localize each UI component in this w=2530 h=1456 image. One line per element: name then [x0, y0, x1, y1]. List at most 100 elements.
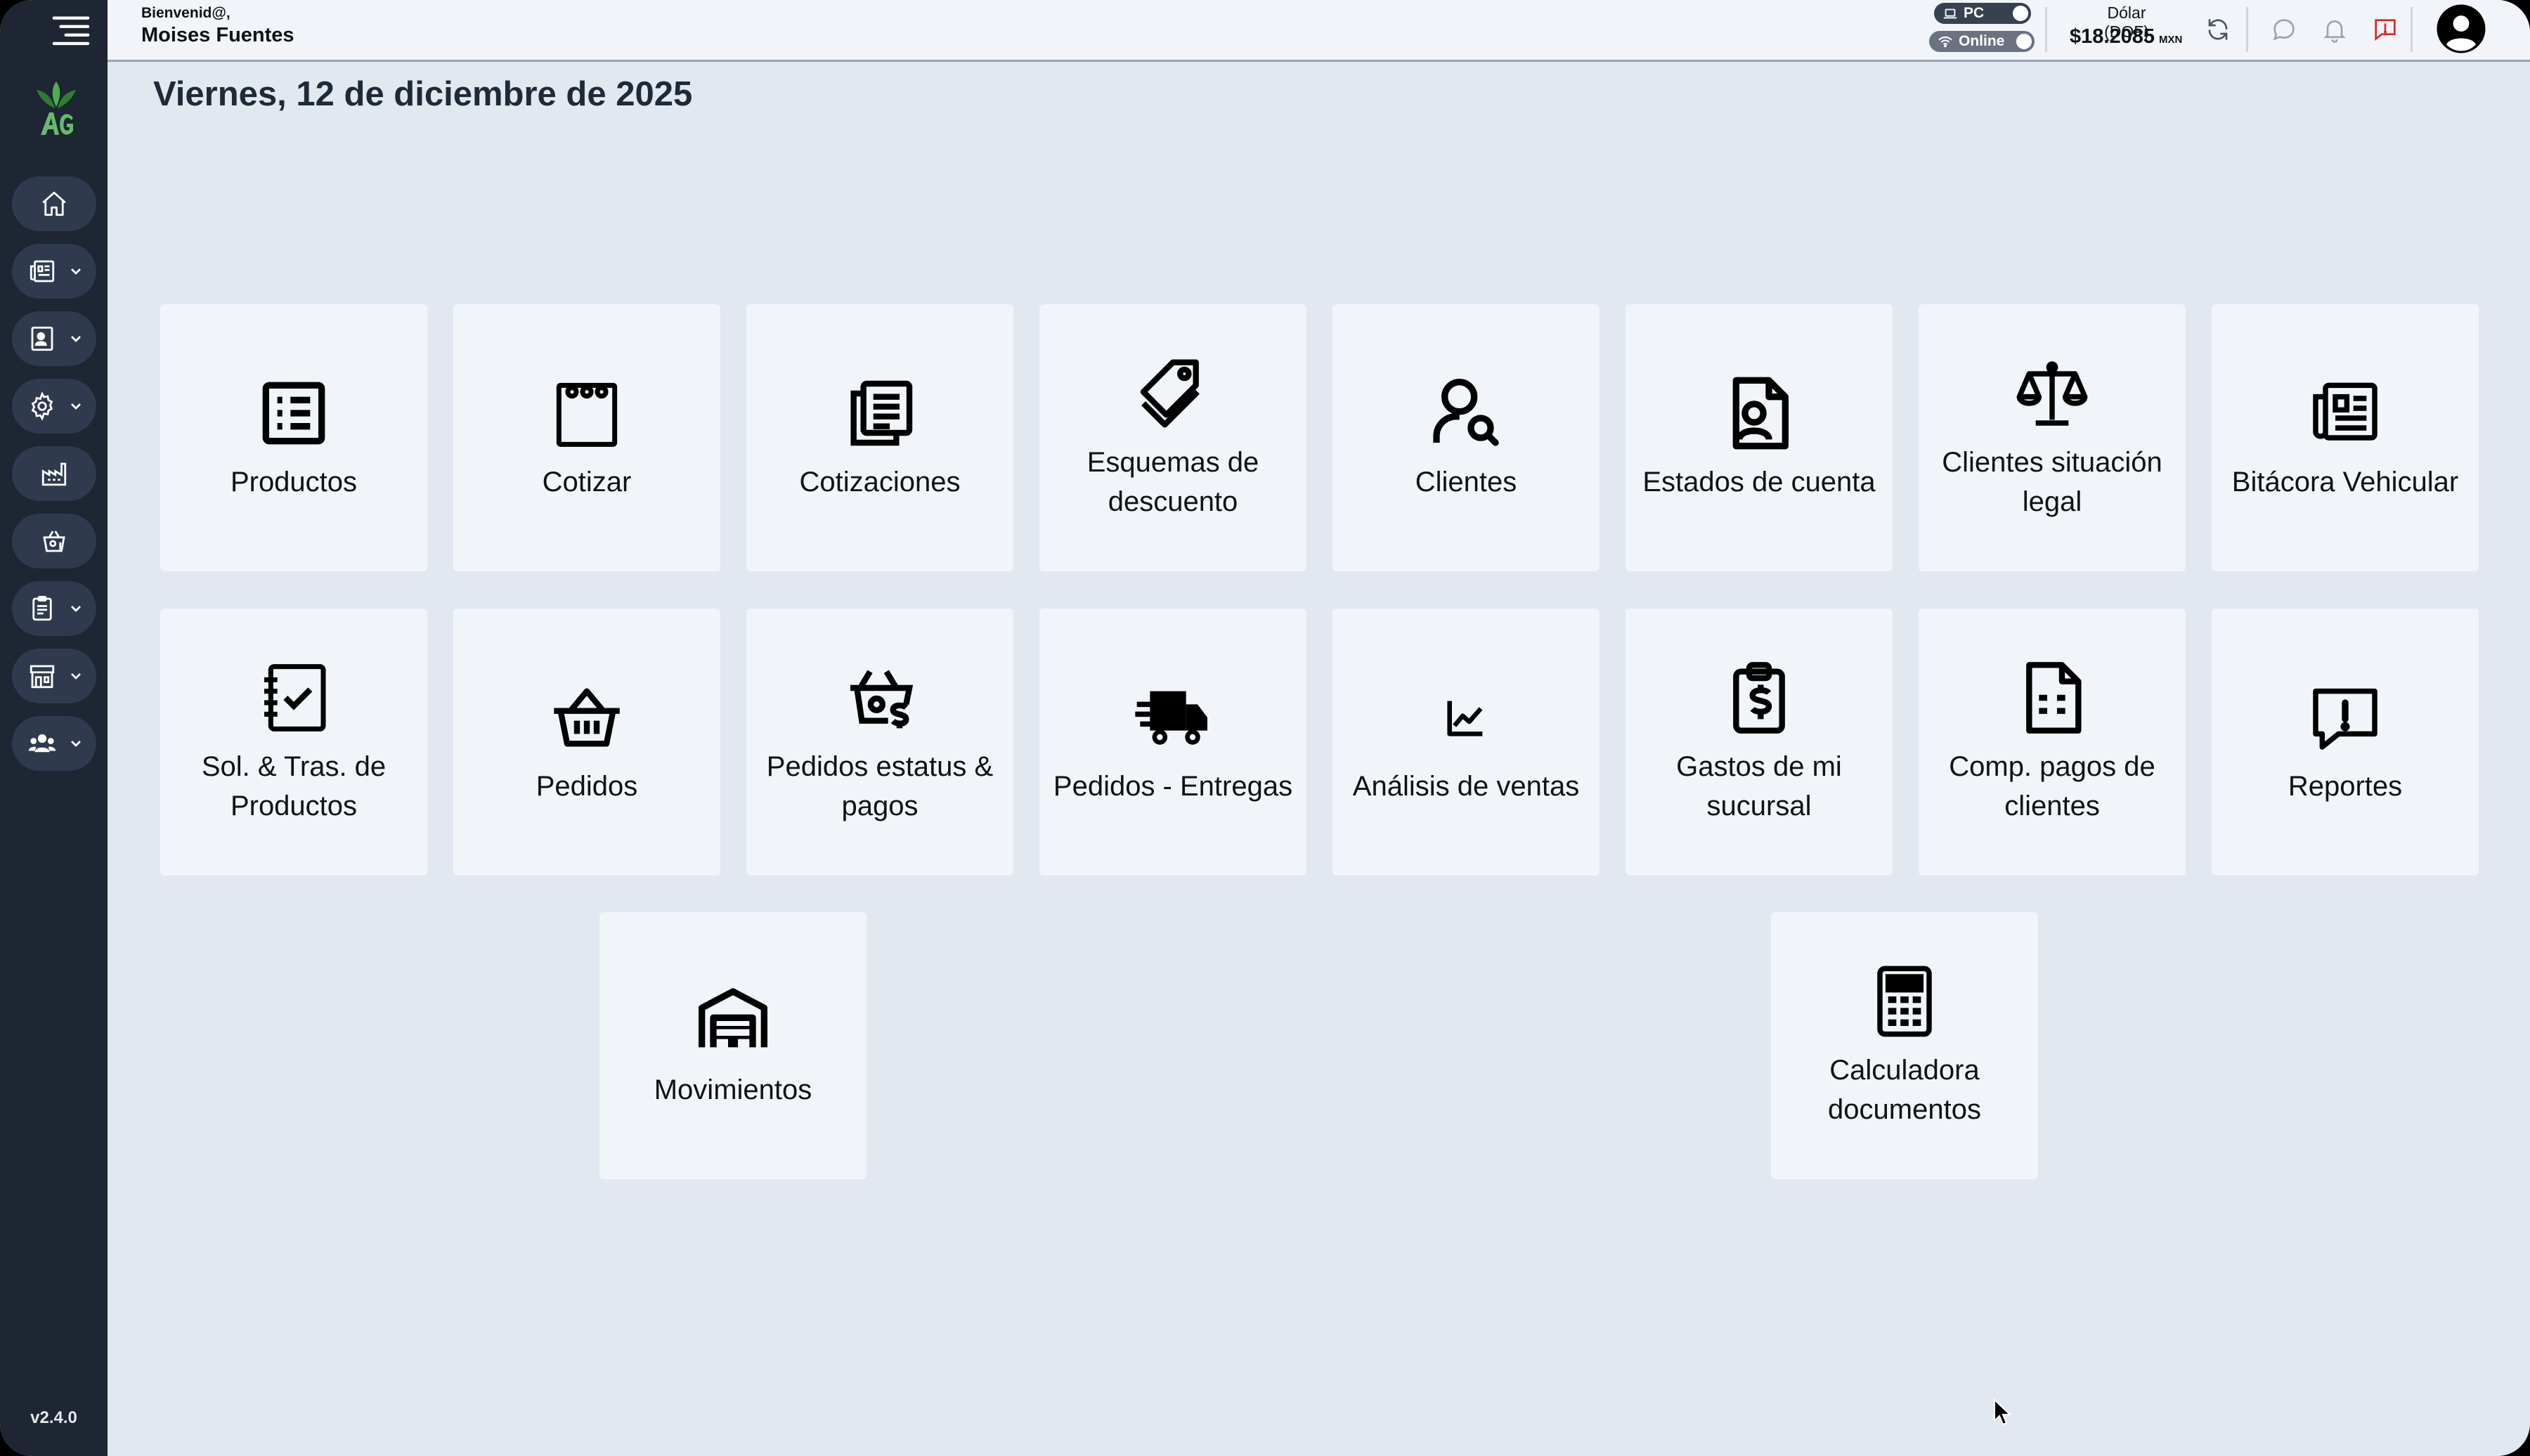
newspaper-icon: [30, 260, 55, 282]
tile-clientes-situacion-legal[interactable]: Clientes situación legal: [1919, 304, 2186, 571]
toggle-knob: [2016, 34, 2032, 49]
tile-label: Cotizar: [542, 467, 632, 498]
gear-icon: [31, 391, 53, 421]
tile-productos[interactable]: Productos: [160, 304, 427, 571]
app-version: v2.4.0: [30, 1408, 77, 1427]
basket-money-icon: [43, 531, 65, 552]
sidebar-item-checklist[interactable]: [12, 581, 96, 636]
exchange-rate-currency: MXN: [2158, 34, 2183, 46]
chevron-down-icon: [71, 606, 81, 612]
sidebar-item-bitacora[interactable]: [12, 244, 96, 299]
sidebar-item-home[interactable]: [12, 176, 96, 231]
tile-sol-tras-productos[interactable]: Sol. & Tras. de Productos: [160, 609, 427, 876]
welcome-text: Bienvenid@,: [141, 5, 231, 21]
header-divider: [2411, 7, 2413, 52]
tags-icon: [1140, 359, 1200, 428]
chevron-down-icon: [71, 403, 81, 410]
alert-message-icon: [2313, 688, 2377, 750]
tile-bitacora-vehicular[interactable]: Bitácora Vehicular: [2212, 304, 2479, 571]
sidebar-item-users[interactable]: [12, 716, 96, 771]
menu-toggle-icon[interactable]: [51, 11, 91, 52]
sidebar-item-store[interactable]: [12, 649, 96, 703]
tile-label: Comp. pagos de clientes: [1949, 751, 2155, 821]
bell-icon[interactable]: [2321, 15, 2349, 44]
brand-logo: [37, 82, 76, 135]
wifi-icon: [1938, 36, 1952, 48]
contact-card-icon: [31, 326, 53, 351]
chevron-down-icon: [71, 673, 81, 680]
tile-pedidos[interactable]: Pedidos: [453, 609, 720, 876]
checklist-notebook-icon: [264, 664, 326, 732]
sidebar: v2.4.0: [0, 0, 108, 1456]
clipboard-dollar-icon: [1733, 662, 1785, 734]
list-icon: [262, 382, 325, 445]
tile-reportes[interactable]: Reportes: [2212, 609, 2479, 876]
tile-esquemas-descuento[interactable]: Esquemas de descuento: [1039, 304, 1306, 571]
scale-icon: [2016, 361, 2088, 426]
tile-movimientos[interactable]: Movimientos: [599, 912, 867, 1179]
tile-label: Bitácora Vehicular: [2231, 467, 2459, 498]
tile-label: Calculadora documentos: [1828, 1055, 1981, 1125]
chat-icon[interactable]: [2270, 15, 2298, 44]
invoice-icon: [2026, 662, 2082, 734]
tile-comp-pagos-clientes[interactable]: Comp. pagos de clientes: [1919, 609, 2186, 876]
page-title: Viernes, 12 de diciembre de 2025: [153, 75, 693, 113]
user-search-icon: [1433, 379, 1499, 446]
tile-cotizaciones[interactable]: Cotizaciones: [746, 304, 1013, 571]
tile-label: Pedidos - Entregas: [1053, 771, 1293, 802]
alert-message-icon[interactable]: [2371, 15, 2399, 44]
header-divider: [2045, 7, 2047, 52]
tile-pedidos-estatus-pagos[interactable]: Pedidos estatus & pagos: [746, 609, 1013, 876]
app-window: v2.4.0 Bienvenid@, Moises Fuentes PC Onl…: [0, 0, 2530, 1456]
exchange-rate-amount: $18.2085: [2070, 25, 2155, 48]
tile-label: Pedidos: [536, 771, 638, 802]
pc-label: PC: [1964, 5, 1985, 21]
pc-toggle[interactable]: PC: [1934, 3, 2031, 24]
sidebar-item-settings[interactable]: [12, 379, 96, 434]
sidebar-item-contacts[interactable]: [12, 311, 96, 366]
factory-icon: [41, 462, 67, 486]
basket-icon: [554, 688, 620, 747]
tile-analisis-ventas[interactable]: Análisis de ventas: [1332, 609, 1600, 876]
tile-gastos-sucursal[interactable]: Gastos de mi sucursal: [1626, 609, 1893, 876]
tile-label: Gastos de mi sucursal: [1676, 751, 1842, 821]
sidebar-item-orders-payments[interactable]: [12, 514, 96, 568]
online-toggle[interactable]: Online: [1929, 31, 2035, 52]
home-icon: [42, 191, 66, 216]
users-icon: [28, 734, 56, 753]
tile-label: Análisis de ventas: [1352, 771, 1580, 802]
tile-label: Clientes situación legal: [1942, 447, 2162, 517]
basket-money-icon: [850, 670, 914, 729]
truck-fast-icon: [1135, 691, 1207, 745]
sidebar-item-factory[interactable]: [12, 446, 96, 501]
chart-line-icon: [1447, 701, 1483, 736]
tile-label: Esquemas de descuento: [1086, 447, 1259, 517]
tile-label: Movimientos: [654, 1074, 812, 1105]
tile-label: Sol. & Tras. de Productos: [201, 751, 387, 821]
user-name: Moises Fuentes: [141, 24, 294, 46]
tile-label: Cotizaciones: [799, 467, 961, 498]
laptop-icon: [1943, 8, 1957, 19]
tile-label: Reportes: [2288, 771, 2403, 802]
tile-cotizar[interactable]: Cotizar: [453, 304, 720, 571]
user-avatar-icon[interactable]: [2436, 4, 2486, 54]
documents-icon: [850, 380, 913, 446]
tile-calculadora-documentos[interactable]: Calculadora documentos: [1771, 912, 2038, 1179]
header-divider: [2246, 7, 2248, 52]
mouse-cursor-icon: [1994, 1398, 2011, 1426]
online-label: Online: [1959, 33, 2005, 49]
calculator-icon: [1877, 966, 1932, 1037]
tile-estados-cuenta[interactable]: Estados de cuenta: [1626, 304, 1893, 571]
tile-label: Clientes: [1415, 467, 1517, 498]
chevron-down-icon: [71, 336, 81, 342]
chevron-down-icon: [71, 268, 81, 275]
exchange-rate-value: $18.2085 MXN: [2070, 25, 2182, 48]
chevron-down-icon: [71, 741, 81, 747]
contact-document-icon: [1732, 377, 1789, 450]
newspaper-icon: [2313, 382, 2377, 441]
refresh-icon[interactable]: [2205, 15, 2231, 44]
tile-clientes[interactable]: Clientes: [1332, 304, 1600, 571]
tile-pedidos-entregas[interactable]: Pedidos - Entregas: [1039, 609, 1306, 876]
tile-label: Estados de cuenta: [1642, 467, 1876, 498]
toggle-knob: [2013, 6, 2028, 21]
